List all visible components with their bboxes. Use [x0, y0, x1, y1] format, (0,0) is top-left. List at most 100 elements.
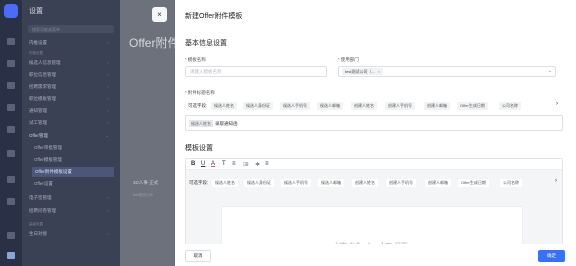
chevron-right-icon[interactable]: ›: [555, 178, 557, 184]
submenu-offer-approval[interactable]: Offer审批管理: [34, 143, 114, 153]
submenu-offer-template[interactable]: Offer模板管理: [34, 155, 114, 165]
variable-chip[interactable]: 创建人手机号: [385, 102, 415, 110]
chevron-right-icon: ›: [107, 60, 109, 65]
menu-group-label: 高级设置: [29, 222, 43, 226]
menu-title: 设置: [29, 8, 43, 15]
chevron-right-icon: ›: [107, 108, 109, 113]
menu-search-input[interactable]: 搜索功能或菜单: [28, 25, 114, 33]
variable-chip[interactable]: 创建人姓名: [351, 102, 377, 110]
chevron-right-icon: ›: [107, 231, 109, 236]
home-icon[interactable]: [7, 38, 15, 45]
table-row: 3D人事-正式: [133, 180, 159, 185]
variable-chip[interactable]: 创建人手机号: [386, 179, 416, 187]
variable-bar-label: 可选字段:: [188, 103, 208, 108]
rich-text-editor[interactable]: B U A T ≡ ⁝≡ ≑ ≡ 可选字段: 候选人姓名 候选人身份证 候选人手…: [185, 158, 563, 248]
chevron-right-icon: ›: [107, 72, 109, 77]
menu-item-position[interactable]: 职位信息管理 ›: [29, 70, 115, 80]
font-size-icon[interactable]: T: [222, 161, 226, 167]
drawer-title: 新建Offer附件模板: [185, 13, 243, 20]
align-justify-icon[interactable]: ≡: [265, 161, 269, 167]
help-icon[interactable]: [7, 232, 15, 239]
basic-info-section-title: 基本信息设置: [185, 40, 227, 47]
settings-menu: 设置 搜索功能或菜单 内推设置 › 内推设置 候选人信息管理 › 职位信息管理 › 招…: [22, 0, 120, 266]
chevron-down-icon: ⌄: [105, 133, 109, 138]
department-select[interactable]: test测试公司（... × ⌄: [338, 66, 556, 77]
variable-chip[interactable]: 候选人身份证: [243, 102, 273, 110]
ordered-list-icon[interactable]: ≡: [232, 161, 236, 167]
menu-item-birthday[interactable]: 生日对接 ›: [29, 229, 115, 239]
table-row-sub: test测试公司: [133, 193, 153, 197]
confirm-button[interactable]: 确定: [538, 250, 565, 262]
variable-chip[interactable]: 候选人姓名: [211, 102, 237, 110]
variable-chip[interactable]: 候选人姓名: [212, 179, 238, 187]
chevron-right-icon: ›: [107, 208, 109, 213]
variable-chip[interactable]: 公司名称: [500, 179, 522, 187]
underline-icon[interactable]: U: [201, 161, 205, 167]
variable-chip[interactable]: 创建人邮箱: [425, 179, 451, 187]
document-icon[interactable]: [7, 104, 15, 111]
variable-chip[interactable]: 公司名称: [499, 102, 521, 110]
close-drawer-button[interactable]: ×: [152, 7, 167, 22]
menu-item-offer[interactable]: Offer管理 ⌄: [29, 131, 115, 141]
chevron-down-icon: ⌄: [547, 68, 552, 74]
briefcase-icon[interactable]: [7, 82, 15, 89]
app-logo-icon[interactable]: [4, 4, 18, 18]
variable-chip[interactable]: 候选人邮箱: [318, 179, 344, 187]
submenu-offer-attachment[interactable]: Offer附件模板设置: [32, 167, 114, 177]
editor-toolbar: B U A T ≡ ⁝≡ ≑ ≡: [186, 159, 562, 170]
new-offer-attachment-drawer: 新建Offer附件模板 基本信息设置 *模板名称 请输入模板名称 *使用部门 t…: [175, 0, 576, 266]
variable-chip[interactable]: 创建人邮箱: [424, 102, 450, 110]
chevron-right-icon: ›: [107, 120, 109, 125]
people-icon[interactable]: [7, 60, 15, 67]
menu-item-trial[interactable]: 试工管理 ›: [29, 118, 115, 128]
variable-chip[interactable]: 创建人姓名: [352, 179, 378, 187]
chevron-right-icon: ›: [107, 96, 109, 101]
template-name-input[interactable]: 请输入模板名称: [185, 66, 327, 77]
variable-chip[interactable]: 候选人邮箱: [317, 102, 343, 110]
chevron-right-icon[interactable]: ›: [556, 101, 558, 107]
app-rail: [0, 0, 22, 266]
attachment-name-label: *附件标题名称: [185, 90, 215, 95]
editor-page[interactable]: 请输入标题: [221, 206, 523, 247]
chart-icon[interactable]: [7, 150, 15, 157]
font-color-icon[interactable]: A: [211, 161, 215, 167]
variable-chip[interactable]: 候选人手机号: [280, 102, 310, 110]
settings-icon[interactable]: [7, 252, 15, 259]
tag-close-icon[interactable]: ×: [378, 69, 380, 74]
unordered-list-icon[interactable]: ⁝≡: [243, 161, 248, 168]
cancel-button[interactable]: 取消: [185, 250, 211, 262]
submenu-offer-settings[interactable]: Offer设置: [34, 179, 114, 189]
variable-chip[interactable]: Offer生成日期: [458, 179, 489, 187]
variable-token[interactable]: 候选人姓名: [189, 120, 213, 127]
attachment-name-text: 录取通知函: [215, 121, 238, 126]
menu-item-esign[interactable]: 电子签管理 ›: [29, 193, 115, 203]
variable-bar: 可选字段: 候选人姓名 候选人身份证 候选人手机号 候选人邮箱 创建人姓名 创建…: [185, 100, 563, 112]
template-section-title: 模板设置: [185, 145, 213, 152]
drawer-footer: 取消 确定: [175, 244, 576, 266]
department-tag[interactable]: test测试公司（... ×: [342, 68, 384, 75]
align-center-icon[interactable]: ≑: [255, 161, 260, 168]
variable-chip[interactable]: Offer生成日期: [457, 102, 488, 110]
attachment-name-input[interactable]: 候选人姓名 录取通知函: [185, 115, 563, 131]
calendar-icon[interactable]: [7, 126, 15, 133]
menu-item-referral[interactable]: 内推设置 ›: [29, 38, 115, 48]
variable-chip[interactable]: 候选人身份证: [244, 179, 274, 187]
department-label: *使用部门: [338, 57, 359, 62]
chevron-right-icon: ›: [107, 40, 109, 45]
stats-icon[interactable]: [7, 198, 15, 205]
bold-icon[interactable]: B: [191, 161, 195, 167]
chevron-right-icon: ›: [107, 195, 109, 200]
menu-item-survey[interactable]: 招聘问卷管理 ›: [29, 206, 115, 216]
close-icon: ×: [157, 10, 162, 19]
variable-bar-label: 可选字段:: [189, 180, 209, 185]
message-icon[interactable]: [7, 176, 15, 183]
menu-item-requirement[interactable]: 招聘需求管理 ›: [29, 82, 115, 92]
menu-item-candidate[interactable]: 候选人信息管理 ›: [29, 58, 115, 68]
menu-item-position-template[interactable]: 职位模板管理 ›: [29, 94, 115, 104]
editor-variable-bar: 可选字段: 候选人姓名 候选人身份证 候选人手机号 候选人邮箱 创建人姓名 创建…: [186, 177, 562, 189]
page-title: Offer附件: [129, 36, 180, 50]
menu-item-notification[interactable]: 通知管理 ›: [29, 106, 115, 116]
chevron-right-icon: ›: [107, 84, 109, 89]
template-name-label: *模板名称: [185, 57, 206, 62]
variable-chip[interactable]: 候选人手机号: [281, 179, 311, 187]
